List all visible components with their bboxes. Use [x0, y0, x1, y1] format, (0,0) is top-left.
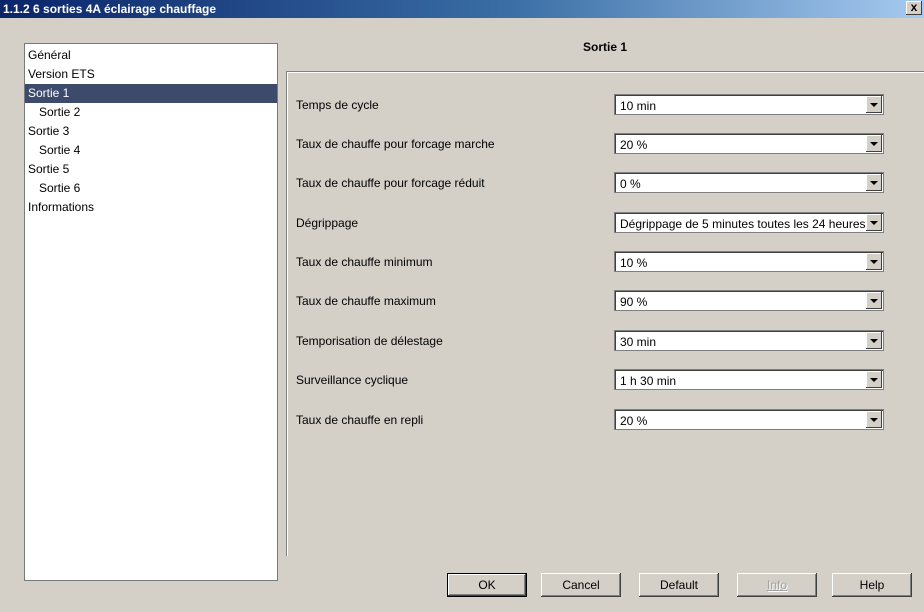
select-value: 30 min	[620, 335, 657, 349]
param-label: Taux de chauffe en repli	[296, 413, 424, 427]
tree-item-sortie-6[interactable]: Sortie 6	[25, 179, 277, 198]
taux-minimum-select[interactable]: 10 %	[614, 251, 884, 272]
chevron-down-icon[interactable]	[866, 411, 882, 428]
param-label: Temporisation de délestage	[296, 334, 443, 348]
chevron-down-icon[interactable]	[866, 332, 882, 349]
default-button[interactable]: Default	[639, 573, 719, 597]
chevron-down-icon[interactable]	[866, 96, 882, 113]
tree-item-informations[interactable]: Informations	[25, 198, 277, 217]
param-label: Surveillance cyclique	[296, 373, 409, 387]
param-row: Taux de chauffe pour forcage marche 20 %	[287, 133, 924, 155]
navigation-tree: Général Version ETS Sortie 1 Sortie 2 So…	[24, 43, 278, 581]
param-row: Temporisation de délestage 30 min	[287, 330, 924, 352]
param-row: Taux de chauffe minimum 10 %	[287, 251, 924, 273]
param-label: Dégrippage	[296, 216, 359, 230]
ok-button[interactable]: OK	[447, 573, 527, 597]
param-row: Taux de chauffe pour forcage réduit 0 %	[287, 172, 924, 194]
param-row: Surveillance cyclique 1 h 30 min	[287, 369, 924, 391]
forcage-reduit-select[interactable]: 0 %	[614, 172, 884, 193]
param-label: Taux de chauffe maximum	[296, 294, 436, 308]
title-bar: 1.1.2 6 sorties 4A éclairage chauffage x	[0, 0, 924, 18]
window-title: 1.1.2 6 sorties 4A éclairage chauffage	[3, 2, 216, 16]
param-label: Taux de chauffe pour forcage réduit	[296, 176, 485, 190]
select-value: 20 %	[620, 414, 648, 428]
chevron-down-icon[interactable]	[866, 214, 882, 231]
select-value: 20 %	[620, 138, 648, 152]
info-button-label: Info	[766, 578, 787, 592]
tree-item-version-ets[interactable]: Version ETS	[25, 65, 277, 84]
select-value: 10 %	[620, 256, 648, 270]
chevron-down-icon[interactable]	[866, 292, 882, 309]
chevron-down-icon[interactable]	[866, 253, 882, 270]
temps-de-cycle-select[interactable]: 10 min	[614, 94, 884, 115]
tree-item-sortie-5[interactable]: Sortie 5	[25, 160, 277, 179]
param-label: Temps de cycle	[296, 98, 379, 112]
help-button[interactable]: Help	[832, 573, 912, 597]
parameter-panel: Temps de cycle 10 min Taux de chauffe po…	[286, 71, 924, 556]
param-row: Taux de chauffe en repli 20 %	[287, 409, 924, 431]
tree-item-sortie-3[interactable]: Sortie 3	[25, 122, 277, 141]
param-row: Dégrippage Dégrippage de 5 minutes toute…	[287, 212, 924, 234]
param-row: Taux de chauffe maximum 90 %	[287, 290, 924, 312]
param-label: Taux de chauffe pour forcage marche	[296, 137, 495, 151]
param-label: Taux de chauffe minimum	[296, 255, 433, 269]
forcage-marche-select[interactable]: 20 %	[614, 133, 884, 154]
delestage-select[interactable]: 30 min	[614, 330, 884, 351]
select-value: 10 min	[620, 99, 657, 113]
select-value: Dégrippage de 5 minutes toutes les 24 he…	[620, 217, 866, 231]
taux-repli-select[interactable]: 20 %	[614, 409, 884, 430]
panel-title: Sortie 1	[582, 40, 627, 54]
chevron-down-icon[interactable]	[866, 371, 882, 388]
param-row: Temps de cycle 10 min	[287, 94, 924, 116]
select-value: 1 h 30 min	[620, 374, 677, 388]
chevron-down-icon[interactable]	[866, 174, 882, 191]
tree-item-general[interactable]: Général	[25, 46, 277, 65]
select-value: 90 %	[620, 295, 648, 309]
select-value: 0 %	[620, 177, 641, 191]
cancel-button[interactable]: Cancel	[541, 573, 621, 597]
surveillance-cyclique-select[interactable]: 1 h 30 min	[614, 369, 884, 390]
taux-maximum-select[interactable]: 90 %	[614, 290, 884, 311]
close-icon[interactable]: x	[906, 1, 922, 15]
chevron-down-icon[interactable]	[866, 135, 882, 152]
tree-item-sortie-1[interactable]: Sortie 1	[25, 84, 277, 103]
degrippage-select[interactable]: Dégrippage de 5 minutes toutes les 24 he…	[614, 212, 884, 233]
tree-item-sortie-2[interactable]: Sortie 2	[25, 103, 277, 122]
tree-item-sortie-4[interactable]: Sortie 4	[25, 141, 277, 160]
info-button: Info	[737, 573, 817, 597]
